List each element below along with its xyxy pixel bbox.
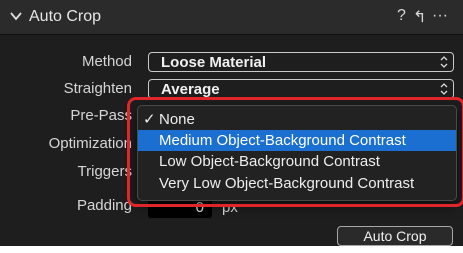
annotation-highlight-box: [127, 97, 463, 207]
method-select[interactable]: Loose Material: [148, 52, 454, 72]
auto-crop-button[interactable]: Auto Crop: [337, 226, 453, 246]
reset-icon[interactable]: ↰: [413, 7, 426, 27]
optimization-label: Optimization: [48, 135, 132, 152]
straighten-label: Straighten: [63, 80, 132, 97]
updown-chevron-icon: [440, 83, 448, 95]
help-icon[interactable]: ?: [397, 7, 406, 25]
triggers-label: Triggers: [77, 163, 132, 180]
method-value: Loose Material: [161, 54, 267, 71]
panel-title: Auto Crop: [29, 8, 102, 25]
panel-header[interactable]: Auto Crop ? ↰ ···: [0, 0, 463, 35]
prepass-label: Pre-Pass: [70, 107, 132, 124]
chevron-down-icon[interactable]: [9, 9, 23, 23]
method-label: Method: [81, 53, 132, 70]
updown-chevron-icon: [440, 56, 448, 68]
more-icon[interactable]: ···: [432, 7, 448, 25]
straighten-select[interactable]: Average: [148, 79, 454, 99]
padding-label: Padding: [76, 197, 132, 214]
